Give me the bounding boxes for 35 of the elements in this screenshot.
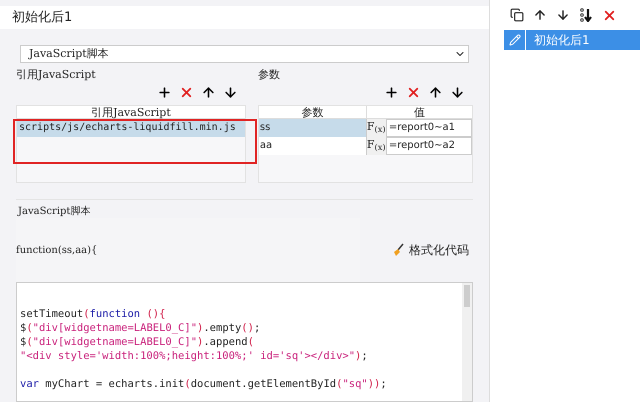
dialog-title: 初始化后1 [0,6,489,29]
section-label: JavaScript脚本 [16,204,92,218]
column-header: 参数 [258,106,367,118]
code-line: "<div style='width:100%;height:100%;' id='sq'></div>"); [20,349,368,363]
column-header: 值 [412,106,426,118]
pencil-icon [508,34,520,46]
scrollbar[interactable] [462,283,472,401]
section-label: 引用JavaScript [16,67,97,81]
parameter-name[interactable]: ss [258,119,367,137]
section-label: 参数 [258,67,281,81]
move-up-icon[interactable] [428,84,443,100]
parameter-value[interactable]: =report0~a1 [386,119,472,137]
column-header: 引用JavaScript [17,106,245,119]
code-editor[interactable] [16,282,473,402]
copy-icon[interactable] [510,8,524,22]
script-type-dropdown[interactable]: JavaScript脚本 [20,45,469,63]
move-down-icon[interactable] [556,8,570,22]
code-line: $("div[widgetname=LABEL0_C]").empty(); [20,321,260,335]
move-down-icon[interactable] [222,84,238,100]
formula-button[interactable]: F$_{(x)}$ [366,119,386,137]
add-icon[interactable] [156,84,172,100]
parameter-value[interactable]: =report0~a2 [386,137,472,155]
code-line: setTimeout(function (){ [20,307,166,321]
broom-icon [391,243,405,257]
formula-button[interactable]: F$_{(x)}$ [366,137,386,155]
move-up-icon[interactable] [200,84,216,100]
code-line: $("div[widgetname=LABEL0_C]").append( [20,335,254,349]
add-icon[interactable] [384,84,399,100]
code-line: var myChart = echarts.init(document.getElementById("sq")); [20,377,387,391]
format-code-button[interactable]: 格式化代码 [391,241,473,259]
item-label: 初始化后1 [533,32,590,49]
move-down-icon[interactable] [450,84,465,100]
parameter-name[interactable]: aa [258,137,367,155]
move-up-icon[interactable] [533,8,547,22]
move-to-bottom-icon[interactable] [579,8,593,22]
